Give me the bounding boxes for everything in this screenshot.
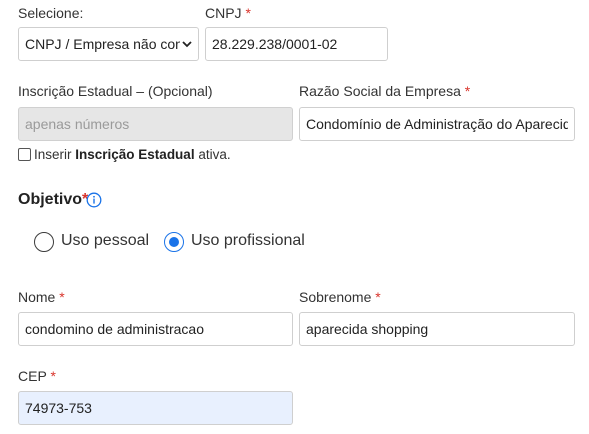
inserir-ie-checkbox[interactable] (18, 148, 31, 161)
cep-input[interactable] (18, 391, 293, 425)
nome-label: Nome * (18, 289, 65, 305)
sobrenome-label-text: Sobrenome (299, 289, 372, 305)
cep-label-text: CEP (18, 368, 47, 384)
inserir-ie-suffix: ativa. (194, 147, 231, 162)
objetivo-title: Objetivo* (18, 191, 88, 209)
objetivo-title-text: Objetivo (18, 191, 83, 208)
select-type-label: Selecione: (18, 5, 84, 21)
razao-social-input[interactable] (299, 107, 575, 141)
radio-uso-profissional-label[interactable]: Uso profissional (191, 232, 305, 250)
inserir-ie-label[interactable]: Inserir Inscrição Estadual ativa. (34, 147, 231, 162)
razao-social-label-text: Razão Social da Empresa (299, 83, 461, 99)
cnpj-input[interactable] (205, 27, 388, 61)
cnpj-label: CNPJ * (205, 5, 251, 21)
cnpj-label-text: CNPJ (205, 5, 242, 21)
radio-uso-pessoal[interactable] (34, 232, 54, 252)
nome-input[interactable] (18, 312, 293, 346)
person-type-select-value: CNPJ / Empresa não contribuinte (25, 36, 180, 52)
required-mark: * (464, 83, 471, 99)
sobrenome-label: Sobrenome * (299, 289, 381, 305)
radio-uso-profissional[interactable] (164, 232, 184, 252)
cep-label: CEP * (18, 368, 56, 384)
inserir-ie-bold: Inscrição Estadual (75, 147, 195, 162)
inscricao-estadual-input[interactable] (18, 107, 293, 141)
sobrenome-input[interactable] (299, 312, 575, 346)
inserir-ie-prefix: Inserir (34, 147, 76, 162)
info-circle-icon[interactable] (86, 192, 102, 208)
required-mark: * (375, 289, 381, 305)
required-mark: * (245, 5, 251, 21)
required-mark: * (59, 289, 65, 305)
inscricao-estadual-label: Inscrição Estadual – (Opcional) (18, 83, 213, 99)
chevron-down-icon (182, 41, 192, 48)
required-mark: * (50, 368, 56, 384)
nome-label-text: Nome (18, 289, 56, 305)
radio-selected-dot (168, 236, 179, 247)
radio-uso-pessoal-label[interactable]: Uso pessoal (61, 232, 149, 250)
person-type-select[interactable]: CNPJ / Empresa não contribuinte (18, 27, 199, 61)
razao-social-label: Razão Social da Empresa * (299, 83, 470, 99)
